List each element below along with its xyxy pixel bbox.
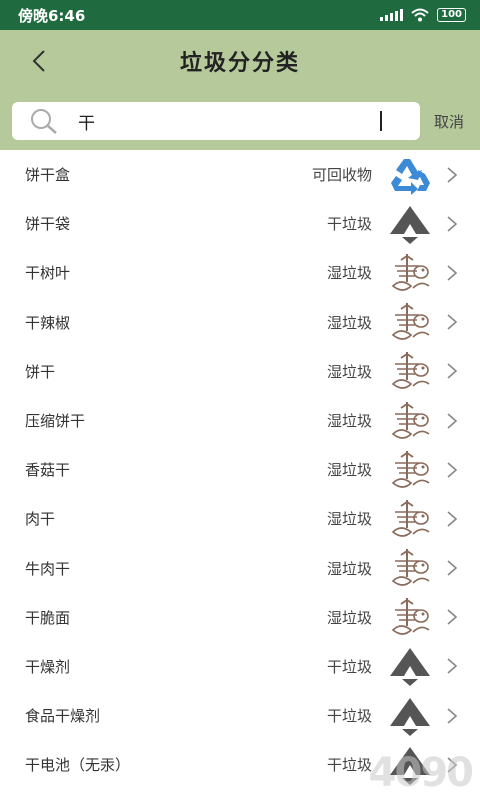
back-button[interactable]: [24, 46, 54, 76]
list-item[interactable]: 食品干燥剂 干垃圾: [0, 691, 480, 740]
dry-waste-icon: [386, 202, 434, 246]
chevron-right-icon: [447, 462, 458, 478]
item-category: 干垃圾: [326, 215, 372, 234]
item-category: 湿垃圾: [326, 362, 372, 381]
chevron-right-icon: [447, 412, 458, 429]
item-category: 湿垃圾: [326, 313, 372, 332]
battery-indicator: 100: [437, 8, 466, 22]
list-item[interactable]: 干辣椒 湿垃圾: [0, 298, 480, 347]
item-category: 可回收物: [311, 166, 372, 185]
wet-waste-icon: [386, 399, 434, 443]
wet-waste-icon: [386, 349, 434, 393]
chevron-right-icon: [447, 511, 458, 527]
list-item[interactable]: 牛肉干 湿垃圾: [0, 544, 480, 593]
status-time: 傍晚6:46: [18, 6, 86, 25]
chevron-right-icon: [447, 363, 458, 379]
cancel-button[interactable]: 取消: [434, 111, 464, 132]
item-category: 湿垃圾: [326, 608, 372, 627]
search-icon: [31, 109, 57, 134]
chevron-right-icon: [447, 216, 458, 232]
item-category: 湿垃圾: [326, 264, 372, 283]
item-category: 湿垃圾: [326, 510, 372, 529]
page-title: 垃圾分分类: [179, 51, 300, 76]
chevron-right-icon: [447, 560, 458, 576]
chevron-right-icon: [447, 314, 458, 330]
chevron-right-icon: [447, 166, 458, 183]
result-list: 饼干盒可回收物 饼干袋干垃圾 干树叶湿垃圾 干辣椒湿垃圾 饼干湿垃圾: [0, 150, 480, 789]
item-category: 干垃圾: [326, 657, 372, 676]
item-category: 湿垃圾: [326, 461, 372, 480]
list-item[interactable]: 干脆面 湿垃圾: [0, 593, 480, 642]
text-cursor: [380, 111, 382, 131]
chevron-right-icon: [447, 265, 458, 281]
dry-waste-icon: [386, 644, 434, 688]
item-category: 湿垃圾: [326, 412, 372, 431]
list-item[interactable]: 饼干袋 干垃圾: [0, 199, 480, 248]
chevron-right-icon: [447, 708, 458, 724]
item-category: 干垃圾: [326, 756, 372, 775]
back-arrow-icon: [32, 50, 45, 72]
wet-waste-icon: [386, 448, 434, 492]
list-item[interactable]: 饼干 湿垃圾: [0, 347, 480, 396]
wet-waste-icon: [386, 595, 434, 639]
search-box[interactable]: 干: [12, 102, 420, 140]
signal-icon: [380, 9, 404, 21]
dry-waste-icon: [386, 743, 434, 787]
recycle-icon: [386, 153, 434, 197]
chevron-right-icon: [447, 609, 458, 625]
chevron-right-icon: [447, 658, 458, 675]
wet-waste-icon: [386, 300, 434, 344]
status-icons: 100: [380, 8, 466, 22]
search-input[interactable]: 干: [78, 109, 378, 134]
list-item[interactable]: 干电池（无汞） 干垃圾: [0, 740, 480, 789]
wet-waste-icon: [386, 546, 434, 590]
status-bar: 傍晚6:46 100: [0, 0, 480, 30]
list-item[interactable]: 干树叶 湿垃圾: [0, 248, 480, 297]
wet-waste-icon: [386, 251, 434, 295]
item-category: 干垃圾: [326, 707, 372, 726]
dry-waste-icon: [386, 694, 434, 738]
wifi-icon: [411, 8, 429, 22]
item-category: 湿垃圾: [326, 559, 372, 578]
list-item[interactable]: 压缩饼干 湿垃圾: [0, 396, 480, 445]
wet-waste-icon: [386, 497, 434, 541]
header-bar: 垃圾分分类: [0, 30, 480, 92]
list-item[interactable]: 干燥剂 干垃圾: [0, 642, 480, 691]
search-area: 干 取消: [0, 92, 480, 150]
list-item[interactable]: 饼干盒 可回收物: [0, 150, 480, 199]
chevron-right-icon: [447, 757, 458, 773]
list-item[interactable]: 香菇干 湿垃圾: [0, 445, 480, 494]
list-item[interactable]: 肉干 湿垃圾: [0, 494, 480, 543]
